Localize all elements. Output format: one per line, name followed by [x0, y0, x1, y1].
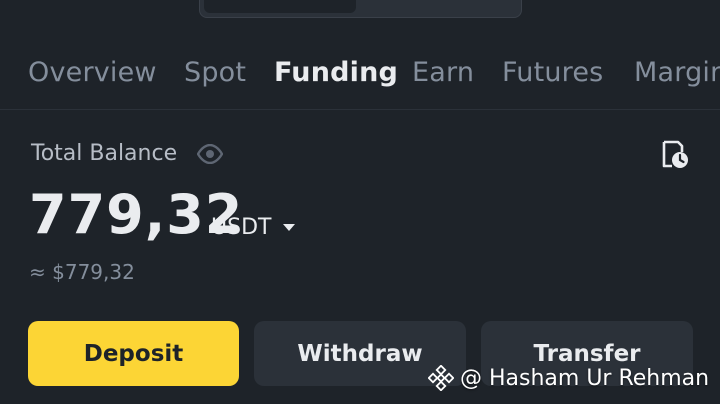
- tab-overview[interactable]: Overview: [28, 56, 157, 90]
- funding-screen: Overview Spot Funding Earn Futures Margi…: [0, 0, 720, 404]
- eye-icon[interactable]: [197, 144, 223, 164]
- account-mode-switch[interactable]: [199, 0, 522, 18]
- caret-down-icon[interactable]: [283, 224, 295, 232]
- tab-margin[interactable]: Margin: [634, 56, 720, 90]
- tab-earn[interactable]: Earn: [412, 56, 474, 90]
- total-balance-label: Total Balance: [31, 141, 178, 166]
- account-mode-switch-active[interactable]: [204, 0, 356, 13]
- deposit-button[interactable]: Deposit: [28, 321, 239, 386]
- balance-fiat-equivalent: ≈ $779,32: [29, 260, 135, 284]
- tab-spot[interactable]: Spot: [184, 56, 246, 90]
- tab-futures[interactable]: Futures: [502, 56, 603, 90]
- currency-selector[interactable]: USDT: [211, 213, 271, 243]
- history-icon[interactable]: [660, 140, 690, 170]
- binance-logo-icon: [428, 365, 454, 391]
- wallet-tab-bar: Overview Spot Funding Earn Futures Margi…: [0, 44, 720, 110]
- watermark-text: @ Hasham Ur Rehman: [460, 365, 710, 391]
- author-watermark: @ Hasham Ur Rehman: [428, 363, 709, 393]
- tab-funding[interactable]: Funding: [274, 56, 398, 90]
